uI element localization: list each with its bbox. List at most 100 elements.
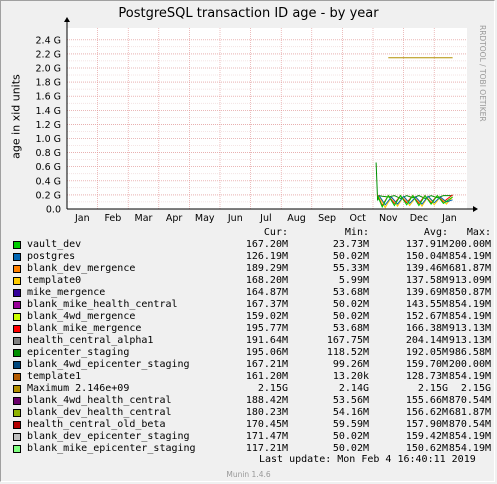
legend-cur: 170.45M — [245, 419, 288, 430]
legend-name: epicenter_staging — [27, 347, 130, 358]
legend-name: health_central_old_beta — [27, 419, 166, 430]
legend-name: template0 — [27, 275, 82, 286]
legend-cur: 159.02M — [245, 311, 288, 322]
legend-max: 913.09M — [448, 275, 491, 286]
legend-cur: 195.06M — [245, 347, 288, 358]
legend-max: 681.87M — [448, 407, 491, 418]
legend-name: blank_mike_health_central — [27, 299, 178, 310]
y-tick-label: 0.6 G — [36, 162, 62, 173]
legend-min: 53.68M — [332, 323, 369, 334]
legend-cur: 189.29M — [245, 263, 288, 274]
legend-swatch — [13, 385, 21, 393]
legend-swatch — [13, 289, 21, 297]
legend-swatch — [13, 265, 21, 273]
legend-min: 50.02M — [332, 443, 369, 454]
x-tick-label: Jun — [227, 213, 243, 224]
legend-name: mike_mergence — [27, 287, 106, 298]
legend-swatch — [13, 253, 21, 261]
legend-cur: 195.77M — [245, 323, 288, 334]
x-tick-label: Jul — [259, 213, 271, 224]
legend-name: blank_dev_health_central — [27, 407, 172, 418]
legend-min: 13.20k — [332, 371, 369, 382]
legend-max: 854.19M — [448, 251, 491, 262]
last-update: Last update: Mon Feb 4 16:40:11 2019 — [259, 454, 476, 465]
y-axis-arrow — [64, 17, 70, 22]
legend-min: 5.99M — [338, 275, 369, 286]
legend-swatch — [13, 421, 21, 429]
legend-cur: 191.64M — [245, 335, 288, 346]
y-tick-label: 0.2 G — [36, 190, 62, 201]
header-max: Max: — [466, 227, 491, 238]
x-tick-label: Nov — [379, 213, 398, 224]
header-min: Min: — [344, 227, 369, 238]
legend-max: 2.15G — [460, 383, 491, 394]
y-tick-label: 1.2 G — [36, 120, 62, 131]
legend-name: blank_mike_mergence — [27, 323, 142, 334]
legend-name: blank_mike_epicenter_staging — [27, 443, 196, 454]
legend-swatch — [13, 361, 21, 369]
legend-cur: 168.20M — [245, 275, 288, 286]
x-tick-label: Sep — [318, 213, 336, 224]
legend-max: 986.58M — [448, 347, 491, 358]
legend-cur: 126.19M — [245, 251, 288, 262]
legend-min: 54.16M — [332, 407, 369, 418]
legend-cur: 167.37M — [245, 299, 288, 310]
y-tick-label: 1.6 G — [36, 92, 62, 103]
y-tick-label: 2.2 G — [36, 49, 62, 60]
legend-min: 59.59M — [332, 419, 369, 430]
legend-min: 118.52M — [326, 347, 369, 358]
legend-max: 850.87M — [448, 287, 491, 298]
legend-swatch — [13, 241, 21, 249]
legend-swatch — [13, 325, 21, 333]
legend-swatch — [13, 397, 21, 405]
legend-swatch — [13, 433, 21, 441]
legend-min: 55.33M — [332, 263, 369, 274]
legend-cur: 167.20M — [245, 239, 288, 250]
legend-swatch — [13, 337, 21, 345]
legend-min: 23.73M — [332, 239, 369, 250]
x-tick-label: May — [195, 213, 215, 224]
legend-max: 913.13M — [448, 335, 491, 346]
x-axis-arrow — [473, 206, 478, 212]
legend-max: 854.19M — [448, 371, 491, 382]
munin-version: Munin 1.4.6 — [226, 470, 271, 479]
y-tick-label: 2.4 G — [36, 35, 62, 46]
legend-cur: 180.23M — [245, 407, 288, 418]
legend-max: 200.00M — [448, 239, 491, 250]
legend-name: health_central_alpha1 — [27, 335, 154, 346]
legend-max: 854.19M — [448, 431, 491, 442]
legend-max: 681.87M — [448, 263, 491, 274]
legend-name: blank_dev_epicenter_staging — [27, 431, 190, 442]
x-tick-label: Dec — [410, 213, 428, 224]
legend-name: blank_4wd_mergence — [27, 311, 136, 322]
legend-min: 53.56M — [332, 395, 369, 406]
legend-cur: 188.42M — [245, 395, 288, 406]
y-tick-label: 0.8 G — [36, 148, 62, 159]
x-tick-label: Oct — [349, 213, 366, 224]
legend-max: 200.00M — [448, 359, 491, 370]
legend-name: blank_dev_mergence — [27, 263, 136, 274]
legend-swatch — [13, 301, 21, 309]
x-tick-label: Mar — [135, 213, 153, 224]
legend-name: Maximum 2.146e+09 — [27, 383, 130, 394]
legend-cur: 2.15G — [257, 383, 288, 394]
legend-cur: 117.21M — [245, 443, 288, 454]
legend-min: 50.02M — [332, 311, 369, 322]
legend-name: vault_dev — [27, 239, 82, 250]
legend-name: template1 — [27, 371, 82, 382]
legend-max: 913.13M — [448, 323, 491, 334]
legend-max: 870.54M — [448, 419, 491, 430]
legend-cur: 171.47M — [245, 431, 288, 442]
legend-swatch — [13, 349, 21, 357]
y-tick-label: 0.4 G — [36, 176, 62, 187]
legend-cur: 167.21M — [245, 359, 288, 370]
legend-min: 53.68M — [332, 287, 369, 298]
legend-swatch — [13, 277, 21, 285]
y-tick-label: 1.0 G — [36, 134, 62, 145]
legend-min: 167.75M — [326, 335, 369, 346]
plot-area — [67, 28, 467, 209]
x-tick-label: Apr — [166, 213, 183, 224]
legend-swatch — [13, 373, 21, 381]
legend-cur: 161.20M — [245, 371, 288, 382]
x-tick-label: Feb — [104, 213, 121, 224]
